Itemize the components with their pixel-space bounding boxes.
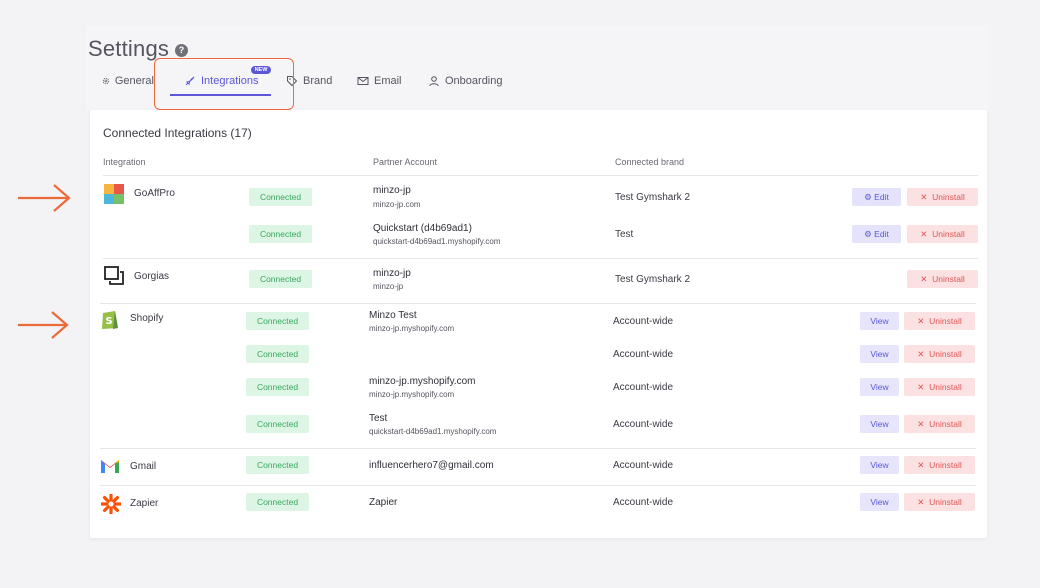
edit-button-label: Edit [874, 229, 889, 239]
connected-brand: Account-wide [613, 497, 674, 508]
envelope-icon [357, 77, 369, 85]
uninstall-button-label: Uninstall [932, 274, 965, 284]
status-badge: Connected [246, 415, 309, 433]
column-header-partner-account: Partner Account [373, 157, 438, 167]
uninstall-button[interactable]: ✕ Uninstall [907, 188, 978, 206]
status-badge: Connected [246, 493, 309, 511]
connected-brand: Account-wide [613, 419, 674, 430]
status-badge: Connected [249, 270, 312, 288]
view-button[interactable]: View [860, 456, 899, 474]
integration-name-goaffpro: GoAffPro [134, 188, 175, 199]
edit-button[interactable]: ⚙ Edit [852, 188, 901, 206]
partner-account: minzo-jp.myshopify.com [369, 376, 476, 387]
integration-name-shopify: Shopify [130, 313, 164, 324]
row-divider [100, 485, 976, 486]
view-button[interactable]: View [860, 493, 899, 511]
uninstall-button-label: Uninstall [929, 460, 962, 470]
partner-account: minzo-jp [373, 185, 411, 196]
header-divider [103, 175, 978, 176]
tab-general-label: General [114, 75, 154, 87]
connected-brand: Account-wide [613, 349, 674, 360]
gear-icon [102, 77, 110, 85]
tab-brand-label: Brand [303, 75, 333, 87]
uninstall-button[interactable]: ✕ Uninstall [904, 415, 975, 433]
connected-brand: Account-wide [613, 316, 674, 327]
partner-account: Quickstart (d4b69ad1) [373, 223, 472, 234]
view-button[interactable]: View [860, 378, 899, 396]
status-badge: Connected [249, 188, 312, 206]
integration-name-gorgias: Gorgias [134, 271, 170, 282]
partner-account-sub: minzo-jp.myshopify.com [369, 390, 455, 399]
annotation-arrow-shopify [18, 311, 69, 339]
uninstall-button-label: Uninstall [932, 229, 965, 239]
tab-email[interactable]: Email [357, 73, 402, 89]
help-icon[interactable]: ? [175, 44, 188, 57]
uninstall-button-label: Uninstall [929, 419, 962, 429]
row-divider [103, 258, 978, 259]
partner-account: minzo-jp [373, 268, 411, 279]
uninstall-button-label: Uninstall [929, 316, 962, 326]
gmail-logo-icon [101, 460, 119, 473]
partner-account-sub: minzo-jp [373, 282, 404, 291]
status-badge: Connected [246, 345, 309, 363]
annotation-highlight-box [154, 58, 294, 110]
connected-brand: Test Gymshark 2 [615, 192, 691, 203]
uninstall-button-label: Uninstall [932, 192, 965, 202]
tab-email-label: Email [374, 75, 402, 87]
status-badge: Connected [246, 378, 309, 396]
svg-text:S: S [105, 316, 112, 327]
integration-name-gmail: Gmail [130, 461, 157, 472]
connected-brand: Account-wide [613, 382, 674, 393]
annotation-arrow-goaffpro [18, 184, 71, 212]
uninstall-button-label: Uninstall [929, 349, 962, 359]
goaffpro-logo-icon [104, 184, 124, 204]
tab-onboarding[interactable]: Onboarding [428, 73, 503, 89]
shopify-logo-icon: S [102, 311, 118, 329]
tab-general[interactable]: General [102, 73, 154, 89]
integration-name-zapier: Zapier [130, 498, 159, 509]
partner-account: influencerhero7@gmail.com [369, 460, 494, 471]
row-divider [100, 448, 976, 449]
view-button[interactable]: View [860, 345, 899, 363]
partner-account: Minzo Test [369, 310, 417, 321]
partner-account-sub: minzo-jp.com [373, 200, 421, 209]
column-header-connected-brand: Connected brand [615, 157, 685, 167]
zapier-logo-icon [101, 494, 121, 514]
uninstall-button[interactable]: ✕ Uninstall [907, 270, 978, 288]
uninstall-button[interactable]: ✕ Uninstall [904, 456, 975, 474]
uninstall-button[interactable]: ✕ Uninstall [904, 378, 975, 396]
uninstall-button-label: Uninstall [929, 497, 962, 507]
partner-account: Zapier [369, 497, 398, 508]
connected-brand: Account-wide [613, 460, 674, 471]
status-badge: Connected [246, 456, 309, 474]
edit-button[interactable]: ⚙ Edit [852, 225, 901, 243]
status-badge: Connected [246, 312, 309, 330]
edit-button-label: Edit [874, 192, 889, 202]
user-icon [429, 76, 439, 87]
view-button[interactable]: View [860, 415, 899, 433]
gorgias-logo-icon [104, 266, 124, 285]
partner-account-sub: minzo-jp.myshopify.com [369, 324, 455, 333]
card-title: Connected Integrations (17) [103, 126, 252, 140]
uninstall-button[interactable]: ✕ Uninstall [904, 312, 975, 330]
status-badge: Connected [249, 225, 312, 243]
row-divider [100, 303, 976, 304]
column-header-integration: Integration [103, 157, 146, 167]
uninstall-button[interactable]: ✕ Uninstall [904, 493, 975, 511]
connected-brand: Test [615, 229, 634, 240]
connected-brand: Test Gymshark 2 [615, 274, 691, 285]
tab-onboarding-label: Onboarding [445, 75, 503, 87]
uninstall-button[interactable]: ✕ Uninstall [904, 345, 975, 363]
view-button[interactable]: View [860, 312, 899, 330]
uninstall-button-label: Uninstall [929, 382, 962, 392]
partner-account-sub: quickstart-d4b69ad1.myshopify.com [373, 237, 501, 246]
partner-account: Test [369, 413, 388, 424]
partner-account-sub: quickstart-d4b69ad1.myshopify.com [369, 427, 497, 436]
uninstall-button[interactable]: ✕ Uninstall [907, 225, 978, 243]
